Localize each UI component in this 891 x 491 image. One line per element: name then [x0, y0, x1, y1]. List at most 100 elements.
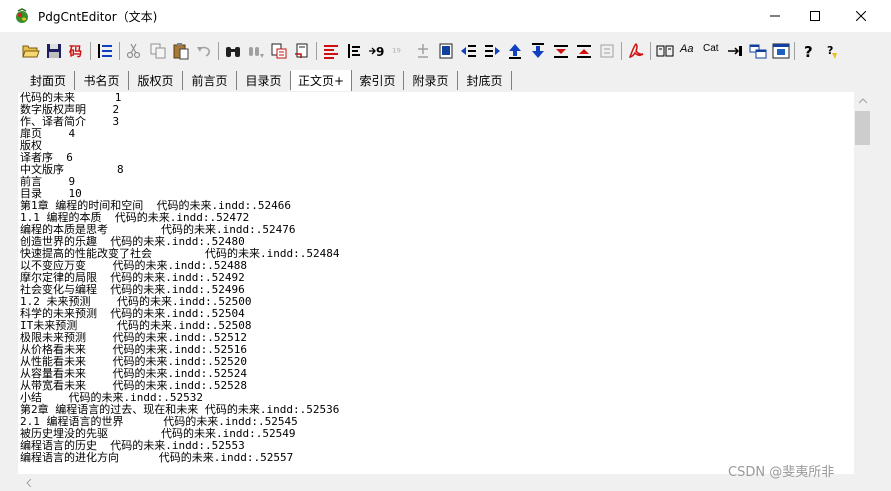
chevron-up-icon [858, 97, 867, 103]
find-next-icon [249, 47, 264, 58]
folder-open-icon [22, 45, 40, 58]
tab-cover[interactable]: 封面页 [22, 71, 75, 90]
insert-button[interactable] [726, 42, 744, 60]
scroll-left-button[interactable] [20, 474, 37, 491]
save-icon [47, 44, 61, 58]
code-button[interactable]: 码 [68, 42, 86, 60]
toolbar-separator [650, 42, 651, 60]
toolbar-separator [621, 42, 622, 60]
paste-icon [173, 43, 189, 60]
preview-icon [772, 43, 790, 59]
toolbar-separator [218, 42, 219, 60]
paste-button[interactable] [172, 42, 190, 60]
save-button[interactable] [45, 42, 63, 60]
code-icon: 码 [69, 45, 82, 60]
tab-title-page[interactable]: 书名页 [75, 71, 129, 90]
align-button[interactable] [322, 42, 340, 60]
preview-button[interactable] [772, 42, 790, 60]
columns-icon [656, 45, 674, 57]
format-box-icon [600, 44, 614, 58]
catalog-button[interactable]: Cat [703, 43, 719, 54]
outdent-icon [461, 45, 476, 57]
close-icon [856, 11, 866, 21]
scroll-up-button[interactable] [854, 92, 871, 109]
about-icon: ? [827, 44, 837, 59]
indent-more-icon [485, 45, 500, 57]
svg-text:?: ? [804, 43, 813, 60]
move-down-button[interactable] [529, 42, 547, 60]
insert-icon [728, 46, 742, 56]
format-button[interactable] [552, 42, 570, 60]
plus-minus-button[interactable] [414, 42, 432, 60]
page-tabs: 封面页 书名页 版权页 前言页 目录页 正文页+ 索引页 附录页 封底页 [0, 70, 891, 92]
document-page-icon [439, 43, 453, 59]
font-case-button[interactable]: Aa [680, 43, 693, 55]
chevron-left-icon [25, 478, 31, 487]
tab-appendix[interactable]: 附录页 [404, 71, 458, 90]
toolbar: 码 9 ¹⁹ Aa Cat ? ? [0, 32, 891, 70]
vertical-scroll-thumb[interactable] [855, 111, 870, 145]
help-icon: ? [804, 43, 813, 60]
window-title: PdgCntEditor（文本) [38, 10, 158, 24]
vertical-scrollbar[interactable] [854, 92, 871, 474]
title-bar: PdgCntEditor（文本) [0, 0, 891, 32]
undo-icon [197, 46, 210, 57]
svg-text:码: 码 [69, 45, 82, 60]
columns-button[interactable] [656, 42, 674, 60]
replace-all-button[interactable] [293, 42, 311, 60]
outline-tree-icon [98, 44, 112, 58]
tab-index[interactable]: 索引页 [352, 71, 404, 90]
indent-button[interactable] [345, 42, 363, 60]
page-offset-button[interactable]: 9 [368, 42, 386, 60]
format-lines-icon [554, 45, 568, 58]
arrow-down-icon [532, 43, 544, 58]
toolbar-separator [794, 42, 795, 60]
cut-button[interactable] [125, 42, 143, 60]
format-merge-icon [577, 45, 591, 58]
replace-button[interactable] [270, 42, 288, 60]
app-icon [14, 8, 30, 24]
tab-back-cover[interactable]: 封底页 [458, 71, 512, 90]
indent-icon [348, 44, 360, 58]
outdent-button[interactable] [460, 42, 478, 60]
number-format-icon: ¹⁹ [392, 46, 401, 59]
move-up-button[interactable] [506, 42, 524, 60]
replace-icon [271, 43, 287, 59]
indent-more-button[interactable] [483, 42, 501, 60]
open-button[interactable] [22, 42, 40, 60]
tab-preface[interactable]: 前言页 [183, 71, 237, 90]
format-merge-button[interactable] [575, 42, 593, 60]
windows-icon [749, 44, 767, 59]
text-editor[interactable]: 代码的未来 1 数字版权声明 2 作、译者简介 3 扉页 4 版权 译者序 6 中文版序 8… [18, 92, 854, 474]
arrow-up-icon [509, 44, 521, 59]
minimize-icon [770, 15, 780, 17]
copy-icon [150, 43, 166, 59]
close-button[interactable] [838, 0, 884, 32]
maximize-icon [810, 11, 820, 21]
maximize-button[interactable] [792, 0, 838, 32]
scissors-icon [126, 43, 141, 59]
number-format-button[interactable]: ¹⁹ [391, 42, 409, 60]
copy-button[interactable] [149, 42, 167, 60]
replace-all-icon [295, 43, 308, 58]
undo-button[interactable] [195, 42, 213, 60]
toolbar-separator [316, 42, 317, 60]
find-button[interactable] [224, 42, 242, 60]
tab-body[interactable]: 正文页+ [291, 70, 352, 91]
find-next-button[interactable] [247, 42, 265, 60]
page-offset-icon: 9 [369, 45, 384, 59]
about-button[interactable]: ? [823, 42, 841, 60]
watermark: CSDN @斐夷所非 [728, 465, 835, 480]
help-button[interactable]: ? [800, 42, 818, 60]
page-button[interactable] [437, 42, 455, 60]
format-box-button[interactable] [598, 42, 616, 60]
pdf-button[interactable] [627, 42, 645, 60]
svg-text:9: 9 [376, 45, 384, 59]
windows-button[interactable] [749, 42, 767, 60]
toolbar-separator [119, 42, 120, 60]
editor-content: 代码的未来 1 数字版权声明 2 作、译者简介 3 扉页 4 版权 译者序 6 中文版序 8… [20, 92, 339, 464]
tab-copyright[interactable]: 版权页 [129, 71, 183, 90]
tab-contents[interactable]: 目录页 [237, 71, 291, 90]
text-line: 编程语言的进化方向 代码的未来.indd:.52557 [20, 451, 294, 464]
outline-button[interactable] [96, 42, 114, 60]
